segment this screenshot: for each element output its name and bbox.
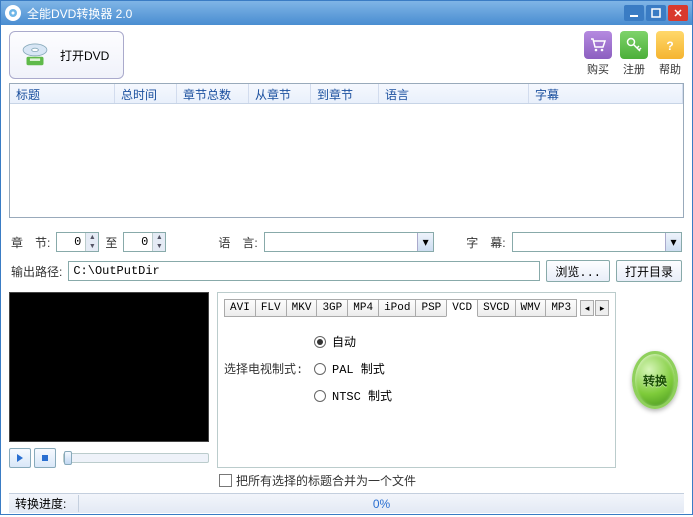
list-header: 标题 总时间 章节总数 从章节 到章节 语言 字幕 — [10, 84, 683, 104]
minimize-button[interactable] — [624, 5, 644, 21]
browse-button[interactable]: 浏览... — [546, 260, 610, 282]
merge-checkbox[interactable] — [219, 474, 232, 487]
tv-auto-label: 自动 — [332, 333, 356, 350]
chevron-down-icon[interactable]: ▾ — [417, 233, 433, 251]
output-path-label: 输出路径: — [11, 263, 62, 280]
tab-flv[interactable]: FLV — [255, 299, 287, 317]
tv-ntsc-label: NTSC 制式 — [332, 387, 392, 404]
output-path-input[interactable] — [68, 261, 540, 281]
col-title[interactable]: 标题 — [10, 84, 115, 103]
tv-pal-radio[interactable] — [314, 363, 326, 375]
col-to-chapter[interactable]: 到章节 — [311, 84, 379, 103]
col-language[interactable]: 语言 — [379, 84, 529, 103]
chapter-to-input[interactable] — [124, 235, 152, 249]
stop-button[interactable] — [34, 448, 56, 468]
tab-3gp[interactable]: 3GP — [316, 299, 348, 317]
chapter-label: 章 节: — [11, 234, 50, 251]
col-subtitle[interactable]: 字幕 — [529, 84, 683, 103]
key-icon — [620, 31, 648, 59]
chapter-from-input[interactable] — [57, 235, 85, 249]
progress-bar: 0% — [79, 497, 684, 511]
tab-mp4[interactable]: MP4 — [347, 299, 379, 317]
open-dvd-label: 打开DVD — [60, 47, 109, 64]
tab-avi[interactable]: AVI — [224, 299, 256, 317]
register-button[interactable]: 注册 — [620, 31, 648, 77]
window-title: 全能DVD转换器 2.0 — [27, 5, 624, 22]
preview-screen — [9, 292, 209, 442]
spin-down-icon[interactable]: ▼ — [152, 242, 165, 251]
chevron-down-icon[interactable]: ▾ — [665, 233, 681, 251]
tabs-scroll-right[interactable]: ▸ — [595, 300, 609, 316]
chapter-to-spinner[interactable]: ▲▼ — [123, 232, 166, 252]
merge-label: 把所有选择的标题合并为一个文件 — [236, 472, 416, 489]
language-label: 语 言: — [218, 234, 257, 251]
buy-button[interactable]: 购买 — [584, 31, 612, 77]
col-chapter-count[interactable]: 章节总数 — [177, 84, 249, 103]
open-dir-button[interactable]: 打开目录 — [616, 260, 682, 282]
open-dvd-button[interactable]: 打开DVD — [9, 31, 124, 79]
progress-label: 转换进度: — [9, 495, 79, 512]
chapter-to-label: 至 — [105, 234, 117, 251]
help-icon: ? — [656, 31, 684, 59]
subtitle-combo[interactable]: ▾ — [512, 232, 682, 252]
tab-psp[interactable]: PSP — [415, 299, 447, 317]
format-panel: AVIFLVMKV3GPMP4iPodPSPVCDSVCDWMVMP3◂▸ 自动… — [217, 292, 616, 468]
tab-mp3[interactable]: MP3 — [545, 299, 577, 317]
tab-wmv[interactable]: WMV — [515, 299, 547, 317]
spin-up-icon[interactable]: ▲ — [152, 233, 165, 242]
seek-slider[interactable] — [63, 453, 209, 463]
tv-pal-label: PAL 制式 — [332, 360, 385, 377]
subtitle-label: 字 幕: — [466, 234, 505, 251]
close-button[interactable] — [668, 5, 688, 21]
dvd-icon — [18, 38, 52, 72]
col-from-chapter[interactable]: 从章节 — [249, 84, 311, 103]
tab-mkv[interactable]: MKV — [286, 299, 318, 317]
app-icon — [5, 5, 21, 21]
play-button[interactable] — [9, 448, 31, 468]
help-button[interactable]: ? 帮助 — [656, 31, 684, 77]
spin-down-icon[interactable]: ▼ — [85, 242, 98, 251]
svg-text:?: ? — [666, 39, 673, 53]
tv-auto-radio[interactable] — [314, 336, 326, 348]
spin-up-icon[interactable]: ▲ — [85, 233, 98, 242]
tabs-scroll-left[interactable]: ◂ — [580, 300, 594, 316]
language-combo[interactable]: ▾ — [264, 232, 434, 252]
tab-ipod[interactable]: iPod — [378, 299, 416, 317]
col-total-time[interactable]: 总时间 — [115, 84, 177, 103]
convert-button[interactable]: 转换 — [632, 351, 678, 409]
tv-system-label: 选择电视制式: — [224, 360, 303, 377]
seek-thumb[interactable] — [64, 451, 72, 465]
tab-vcd[interactable]: VCD — [446, 299, 478, 317]
tv-ntsc-radio[interactable] — [314, 390, 326, 402]
tab-svcd[interactable]: SVCD — [477, 299, 515, 317]
cart-icon — [584, 31, 612, 59]
titlebar: 全能DVD转换器 2.0 — [1, 1, 692, 25]
chapter-from-spinner[interactable]: ▲▼ — [56, 232, 99, 252]
maximize-button[interactable] — [646, 5, 666, 21]
format-tabs: AVIFLVMKV3GPMP4iPodPSPVCDSVCDWMVMP3◂▸ — [224, 299, 609, 317]
title-list[interactable]: 标题 总时间 章节总数 从章节 到章节 语言 字幕 — [9, 83, 684, 218]
